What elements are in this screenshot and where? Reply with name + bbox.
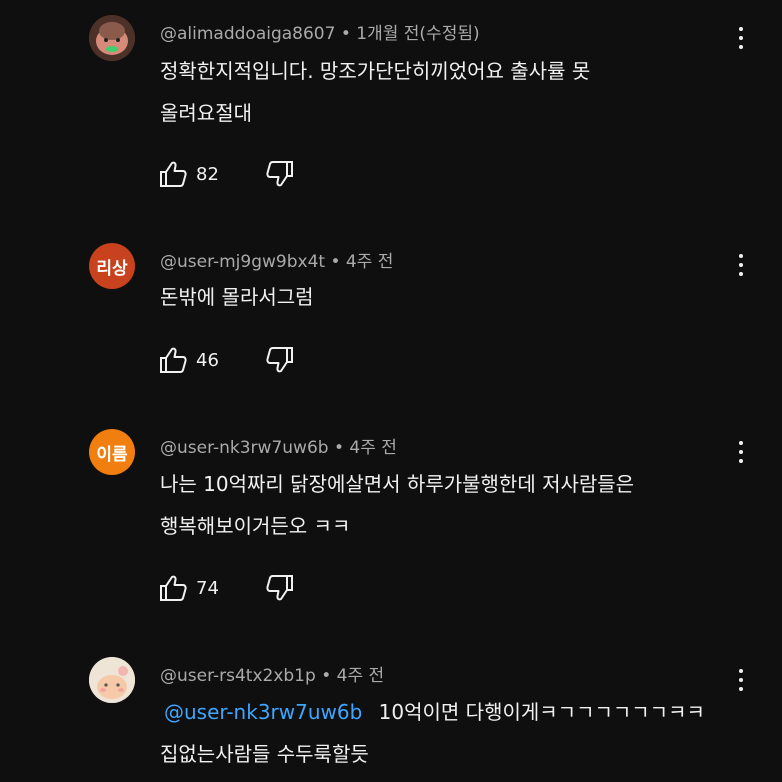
more-dot-icon — [739, 459, 743, 463]
more-dot-icon — [739, 27, 743, 31]
more-dot-icon — [739, 450, 743, 454]
more-options-button[interactable] — [728, 665, 754, 695]
like-button[interactable]: 74 — [158, 574, 219, 602]
thumbs-up-icon — [160, 161, 187, 187]
comment-time[interactable]: 4주 전 — [346, 252, 394, 272]
avatar[interactable] — [89, 15, 135, 61]
comment-text-line: 올려요절대 — [160, 101, 252, 125]
comment-text-line: 정확한지적입니다. 망조가단단히끼었어요 출사률 못 — [160, 59, 591, 83]
more-dot-icon — [739, 263, 743, 267]
avatar-image-icon — [89, 657, 135, 703]
thumbs-down-icon — [266, 575, 293, 601]
avatar[interactable]: 리상 — [89, 243, 135, 289]
meta-separator: • — [340, 24, 351, 44]
like-count: 82 — [196, 163, 219, 185]
dislike-button[interactable] — [265, 346, 295, 374]
like-count: 46 — [196, 349, 219, 371]
comment-time[interactable]: 4주 전 — [337, 666, 385, 686]
more-dot-icon — [739, 441, 743, 445]
like-button[interactable]: 82 — [158, 160, 219, 188]
comment-author[interactable]: @user-mj9gw9bx4t — [160, 252, 325, 272]
meta-separator: • — [333, 438, 344, 458]
comment-text-line: 돈밖에 몰라서그럼 — [160, 285, 314, 309]
avatar[interactable]: 이름 — [89, 429, 135, 475]
comment-author[interactable]: @user-rs4tx2xb1p — [160, 666, 316, 686]
thumbs-down-icon — [266, 161, 293, 187]
dislike-button[interactable] — [265, 160, 295, 188]
mention-link[interactable]: @user-nk3rw7uw6b — [164, 700, 362, 724]
thumbs-up-icon — [160, 575, 187, 601]
avatar-initials: 리상 — [96, 258, 128, 279]
avatar-image-icon — [89, 15, 135, 61]
comment-author[interactable]: @user-nk3rw7uw6b — [160, 438, 329, 458]
comment-text-line: 나는 10억짜리 닭장에살면서 하루가불행한데 저사람들은 — [160, 472, 635, 496]
avatar[interactable] — [89, 657, 135, 703]
more-options-button[interactable] — [728, 250, 754, 280]
comment-text-line: @user-nk3rw7uw6b 10억이면 다행이게ㅋㄱㄱㄱㄱㄱㄱㅋㅋ — [160, 691, 720, 733]
comment-time[interactable]: 1개월 전(수정됨) — [356, 24, 479, 44]
more-dot-icon — [739, 254, 743, 258]
avatar-initials: 이름 — [96, 444, 128, 465]
dislike-button[interactable] — [265, 574, 295, 602]
meta-separator: • — [330, 252, 341, 272]
more-dot-icon — [739, 272, 743, 276]
more-dot-icon — [739, 45, 743, 49]
more-dot-icon — [739, 678, 743, 682]
thumbs-down-icon — [266, 347, 293, 373]
more-options-button[interactable] — [728, 437, 754, 467]
more-dot-icon — [739, 669, 743, 673]
more-options-button[interactable] — [728, 23, 754, 53]
comment-author[interactable]: @alimaddoaiga8607 — [160, 24, 335, 44]
more-dot-icon — [739, 687, 743, 691]
comment-text-line: 집없는사람들 수두룩할듯 — [160, 742, 369, 766]
meta-separator: • — [321, 666, 332, 686]
like-count: 74 — [196, 577, 219, 599]
comment-text-line: 행복해보이거든오 ㅋㅋ — [160, 514, 351, 538]
thumbs-up-icon — [160, 347, 187, 373]
like-button[interactable]: 46 — [158, 346, 219, 374]
more-dot-icon — [739, 36, 743, 40]
comment-time[interactable]: 4주 전 — [349, 438, 397, 458]
reply-text: 10억이면 다행이게ㅋㄱㄱㄱㄱㄱㄱㅋㅋ — [378, 700, 705, 724]
